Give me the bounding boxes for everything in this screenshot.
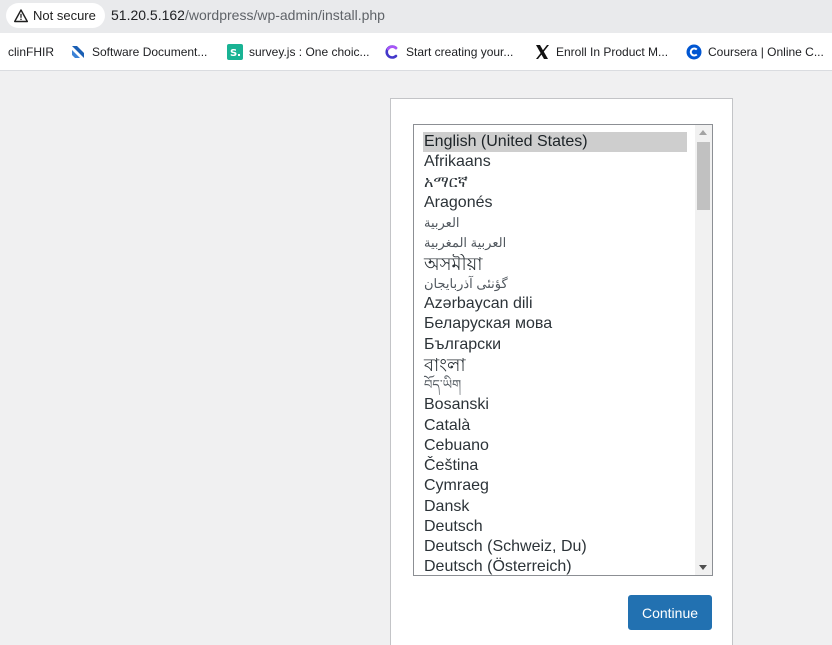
language-option[interactable]: English (United States) [423, 132, 687, 153]
url-text[interactable]: 51.20.5.162/wordpress/wp-admin/install.p… [111, 7, 385, 23]
blue-ribbon-icon [70, 44, 86, 60]
x-logo-icon [534, 44, 550, 60]
language-option[interactable]: العربية المغربية [423, 233, 687, 253]
language-option[interactable]: العربية [423, 213, 687, 233]
bookmark-label: Software Document... [92, 45, 208, 59]
bookmark-label: Start creating your... [406, 45, 514, 59]
language-option[interactable]: Bosanski [423, 395, 687, 415]
list-scrollbar[interactable] [695, 125, 712, 575]
warning-triangle-icon [14, 8, 28, 23]
bookmark-software-documentation[interactable]: Software Document... [70, 43, 207, 61]
site-security-chip[interactable]: Not secure [6, 3, 105, 28]
bookmark-start-creating[interactable]: Start creating your... [384, 43, 513, 61]
bookmark-clinfhir[interactable]: clinFHIR [8, 43, 54, 61]
bookmarks-bar: clinFHIR Software Document... S survey.j… [0, 33, 832, 71]
continue-button[interactable]: Continue [628, 595, 712, 630]
install-panel: English (United States) Afrikaans አማርኛ A… [390, 98, 733, 645]
language-option[interactable]: Català [423, 416, 687, 436]
bookmark-enroll-product[interactable]: Enroll In Product M... [534, 43, 668, 61]
language-option[interactable]: অসমীয়া [423, 254, 687, 274]
language-option[interactable]: Deutsch [423, 517, 687, 537]
bookmark-coursera[interactable]: Coursera | Online C... [686, 43, 824, 61]
scroll-down-arrow-icon[interactable] [699, 565, 707, 570]
language-option[interactable]: বাংলা [423, 355, 687, 375]
bookmark-label: clinFHIR [8, 45, 55, 59]
coursera-icon [686, 44, 702, 60]
bookmark-label: survey.js : One choic... [249, 45, 370, 59]
language-option[interactable]: Cebuano [423, 436, 687, 456]
language-option[interactable]: Aragonés [423, 193, 687, 213]
language-option[interactable]: አማርኛ [423, 173, 687, 193]
bookmark-surveyjs[interactable]: S survey.js : One choic... [227, 43, 370, 61]
language-option[interactable]: Deutsch (Schweiz, Du) [423, 537, 687, 557]
scroll-up-arrow-icon[interactable] [699, 130, 707, 135]
language-option[interactable]: Čeština [423, 456, 687, 476]
language-option[interactable]: گؤنئی آذربایجان [423, 274, 687, 294]
url-host: 51.20.5.162 [111, 7, 185, 23]
surveyjs-icon: S [227, 44, 243, 60]
language-option[interactable]: Беларуская мова [423, 314, 687, 334]
language-options: English (United States) Afrikaans አማርኛ A… [423, 132, 687, 575]
language-option[interactable]: Dansk [423, 497, 687, 517]
language-option[interactable]: Afrikaans [423, 152, 687, 172]
address-bar[interactable]: Not secure 51.20.5.162/wordpress/wp-admi… [0, 0, 832, 33]
language-select[interactable]: English (United States) Afrikaans አማርኛ A… [413, 124, 713, 576]
language-option[interactable]: Cymraeg [423, 476, 687, 496]
language-option[interactable]: བོད་ཡིག [423, 375, 687, 395]
language-option[interactable]: Deutsch (Österreich) [423, 557, 687, 575]
bookmark-label: Enroll In Product M... [556, 45, 669, 59]
svg-text:S: S [230, 48, 237, 59]
security-label: Not secure [33, 8, 96, 23]
language-option[interactable]: Azərbaycan dili [423, 294, 687, 314]
url-path: /wordpress/wp-admin/install.php [184, 7, 385, 23]
language-option[interactable]: Български [423, 335, 687, 355]
scrollbar-thumb[interactable] [697, 142, 710, 210]
c-swirl-icon [384, 44, 400, 60]
bookmark-label: Coursera | Online C... [708, 45, 824, 59]
